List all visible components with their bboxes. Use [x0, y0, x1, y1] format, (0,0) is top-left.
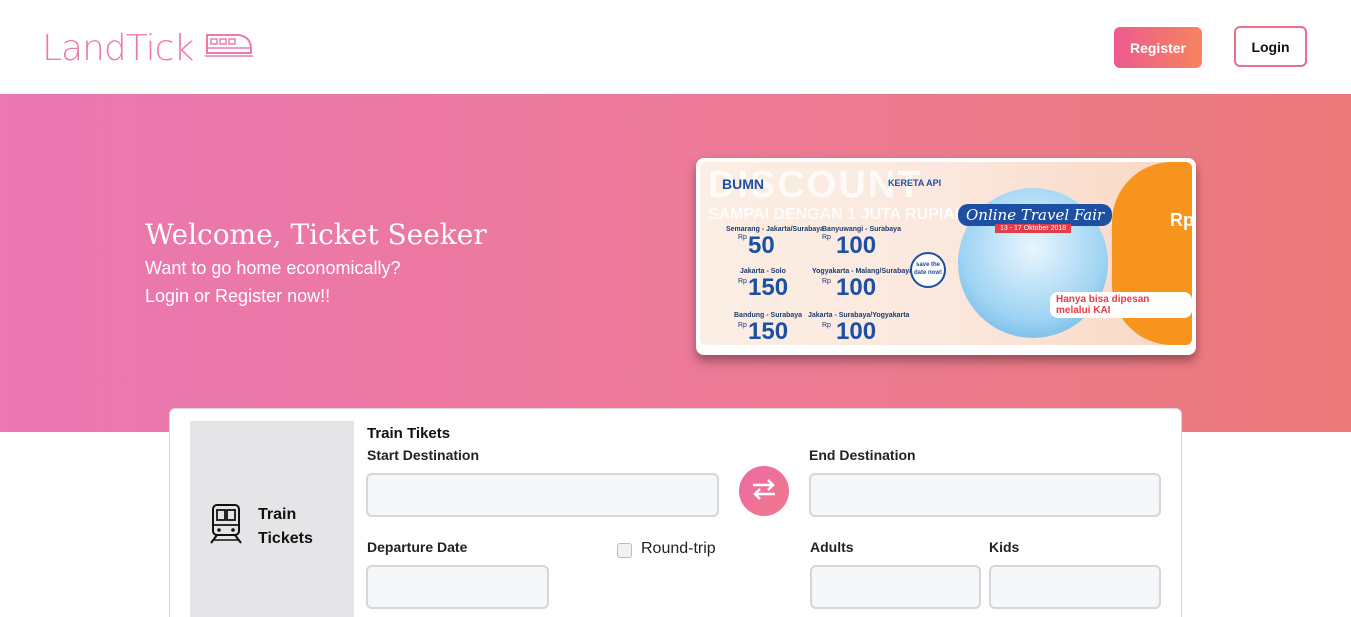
banner-currency: Rp	[822, 234, 831, 241]
bumn-logo: BUMN	[722, 176, 764, 192]
hero-subtitle-line2: Login or Register now!!	[145, 286, 331, 306]
banner-currency: Rp	[738, 278, 747, 285]
travel-fair-title: Online Travel Fair	[958, 204, 1113, 226]
banner-price: 100	[836, 274, 877, 301]
banner-currency: Rp	[738, 322, 747, 329]
start-destination-input[interactable]	[366, 473, 719, 517]
banner-price: 100	[836, 318, 877, 345]
logo-text: LandTick	[42, 28, 194, 69]
tab-label-line2: Tickets	[258, 530, 313, 547]
kids-label: Kids	[989, 539, 1020, 555]
banner-rp-large: Rp	[1170, 210, 1192, 230]
promo-banner-image: DISCOUNT SAMPAI DENGAN 1 JUTA RUPIAH BUM…	[700, 162, 1192, 345]
logo[interactable]: LandTick	[42, 28, 254, 69]
hero-title: Welcome, Ticket Seeker	[145, 218, 487, 251]
swap-arrows-icon	[751, 478, 777, 505]
train-icon	[208, 503, 244, 550]
adults-input[interactable]	[810, 565, 981, 609]
adults-label: Adults	[810, 539, 854, 555]
start-destination-label: Start Destination	[367, 447, 480, 463]
departure-date-label: Departure Date	[367, 539, 468, 555]
banner-currency: Rp	[822, 278, 831, 285]
save-date-badge: save the date now!	[910, 252, 946, 288]
hero-subtitle-line1: Want to go home economically?	[145, 258, 401, 278]
banner-price: 150	[748, 274, 789, 301]
travel-fair-dates: 13 - 17 Oktober 2018	[995, 224, 1072, 233]
booking-note: Hanya bisa dipesan melalui KAI	[1050, 292, 1192, 318]
train-logo-icon	[205, 31, 254, 62]
header: LandTick Register Login	[0, 0, 1351, 94]
banner-route: Semarang - Jakarta/Surabaya	[726, 226, 825, 233]
register-button[interactable]: Register	[1114, 27, 1202, 68]
banner-price: 150	[748, 318, 789, 345]
banner-currency: Rp	[738, 234, 747, 241]
swap-button[interactable]	[739, 466, 789, 516]
round-trip-checkbox[interactable]	[617, 543, 632, 558]
banner-price: 50	[748, 232, 775, 259]
section-title: Train Tikets	[367, 425, 451, 442]
promo-banner[interactable]: DISCOUNT SAMPAI DENGAN 1 JUTA RUPIAH BUM…	[696, 158, 1196, 355]
banner-price: 100	[836, 232, 877, 259]
banner-currency: Rp	[822, 322, 831, 329]
kids-input[interactable]	[989, 565, 1161, 609]
tab-label-line1: Train	[258, 506, 297, 523]
end-destination-input[interactable]	[809, 473, 1161, 517]
round-trip-label[interactable]: Round-trip	[641, 540, 716, 558]
tab-label: Train Tickets	[258, 503, 313, 551]
kereta-api-logo: KERETA API	[888, 178, 942, 188]
departure-date-input[interactable]	[366, 565, 549, 609]
end-destination-label: End Destination	[809, 447, 916, 463]
login-button[interactable]: Login	[1234, 26, 1307, 67]
banner-subline: SAMPAI DENGAN 1 JUTA RUPIAH	[708, 206, 967, 223]
